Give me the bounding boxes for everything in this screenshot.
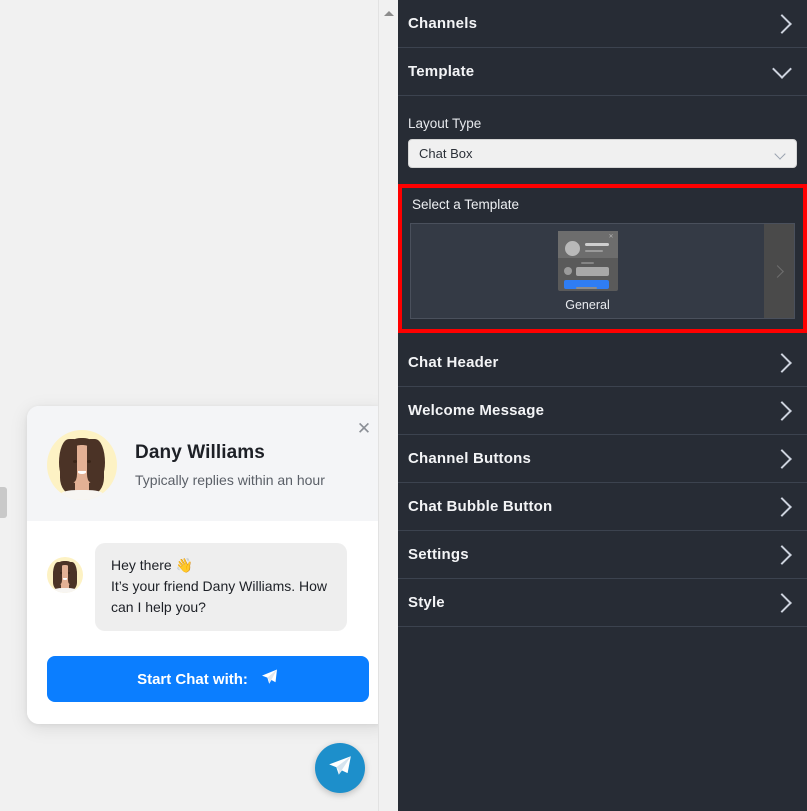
layout-type-select-wrap: Chat Box	[398, 139, 807, 168]
preview-edge-handle[interactable]	[0, 487, 7, 518]
waving-hand-icon: 👋	[176, 557, 193, 573]
accordion-label: Channels	[408, 15, 477, 32]
chevron-down-icon	[772, 59, 792, 79]
message-line-2: It’s your friend Dany Williams. How can …	[111, 576, 331, 618]
chat-box-template-thumbnail-icon: ✕	[558, 231, 618, 291]
chat-widget-header: ✕ Dany Williams	[27, 406, 389, 521]
chevron-down-icon	[774, 148, 785, 159]
app-root: ✕ Dany Williams	[0, 0, 807, 811]
page-title: Dany Williams	[135, 442, 325, 464]
select-template-label: Select a Template	[410, 194, 795, 223]
sidebar-item-chat-bubble-button[interactable]: Chat Bubble Button	[398, 483, 807, 531]
chevron-right-icon	[772, 449, 792, 469]
agent-status-text: Typically replies within an hour	[135, 472, 325, 488]
sidebar-item-settings[interactable]: Settings	[398, 531, 807, 579]
sidebar-item-chat-header[interactable]: Chat Header	[398, 339, 807, 387]
chat-widget-body: Hey there 👋 It’s your friend Dany Willia…	[27, 521, 389, 724]
start-chat-button[interactable]: Start Chat with:	[47, 656, 369, 702]
chevron-right-icon	[772, 401, 792, 421]
agent-info: Dany Williams Typically replies within a…	[135, 442, 325, 488]
welcome-message-bubble: Hey there 👋 It’s your friend Dany Willia…	[95, 543, 347, 631]
accordion-label: Chat Bubble Button	[408, 498, 552, 515]
accordion-label: Channel Buttons	[408, 450, 531, 467]
welcome-message-row: Hey there 👋 It’s your friend Dany Willia…	[47, 543, 369, 631]
settings-panel: Channels Template Layout Type Chat Box S…	[398, 0, 807, 811]
chat-widget-preview: ✕ Dany Williams	[27, 406, 389, 724]
template-section: Layout Type Chat Box Select a Template	[398, 96, 807, 339]
template-name: General	[565, 298, 609, 312]
sidebar-item-welcome-message[interactable]: Welcome Message	[398, 387, 807, 435]
preview-scrollbar[interactable]	[378, 0, 398, 811]
accordion-label: Template	[408, 63, 474, 80]
select-template-highlight: Select a Template ✕	[398, 184, 807, 333]
chat-bubble-fab-button[interactable]	[315, 743, 365, 793]
accordion-label: Welcome Message	[408, 402, 544, 419]
chevron-right-icon	[772, 545, 792, 565]
chevron-right-icon	[772, 353, 792, 373]
layout-type-value: Chat Box	[419, 146, 472, 161]
widget-preview-pane: ✕ Dany Williams	[0, 0, 398, 811]
template-carousel: ✕ General	[410, 223, 795, 319]
start-chat-label: Start Chat with:	[137, 671, 248, 688]
sidebar-item-channel-buttons[interactable]: Channel Buttons	[398, 435, 807, 483]
avatar	[47, 430, 117, 500]
panel-empty-space	[398, 627, 807, 811]
chevron-right-icon	[772, 497, 792, 517]
accordion-label: Settings	[408, 546, 469, 563]
sidebar-item-template[interactable]: Template	[398, 48, 807, 96]
template-option-general[interactable]: ✕ General	[411, 224, 764, 318]
caret-up-icon[interactable]	[379, 6, 398, 20]
accordion-label: Chat Header	[408, 354, 499, 371]
message-line-1: Hey there	[111, 557, 176, 573]
close-icon[interactable]: ✕	[353, 417, 375, 439]
settings-accordion-list: Chat Header Welcome Message Channel Butt…	[398, 339, 807, 627]
chevron-right-icon	[771, 265, 784, 278]
layout-type-select[interactable]: Chat Box	[408, 139, 797, 168]
telegram-paper-plane-icon	[327, 753, 353, 784]
sidebar-item-style[interactable]: Style	[398, 579, 807, 627]
avatar	[47, 557, 83, 593]
chevron-right-icon	[772, 593, 792, 613]
layout-type-label: Layout Type	[398, 96, 807, 139]
accordion-label: Style	[408, 594, 445, 611]
carousel-next-button[interactable]	[764, 224, 794, 318]
sidebar-item-channels[interactable]: Channels	[398, 0, 807, 48]
chevron-right-icon	[772, 14, 792, 34]
telegram-paper-plane-icon	[260, 668, 279, 690]
